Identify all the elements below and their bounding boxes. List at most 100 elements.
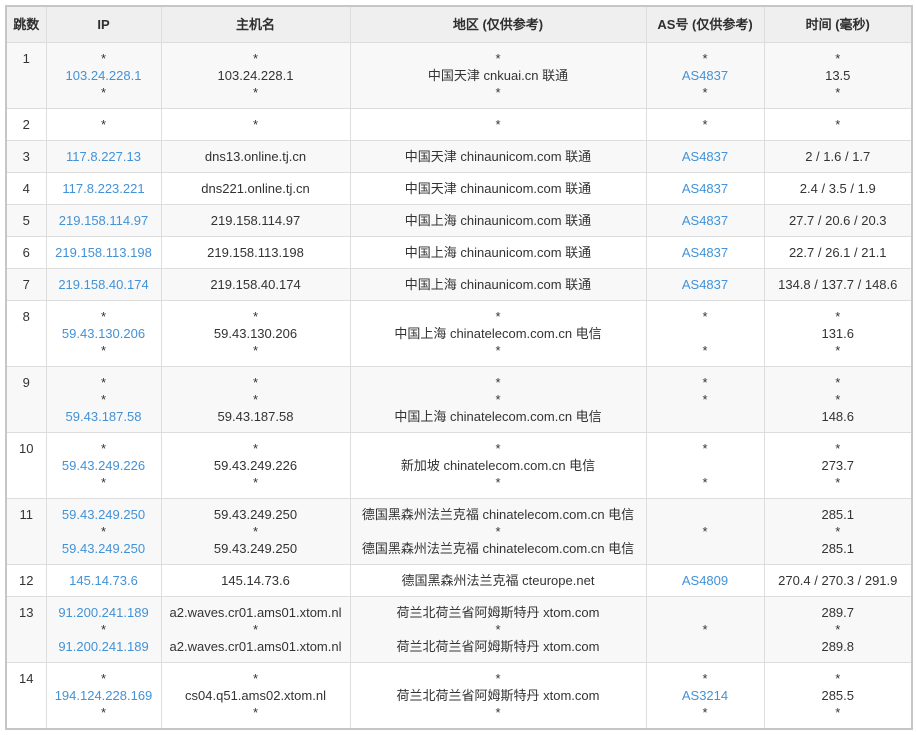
ip-link[interactable]: 59.43.249.226: [62, 458, 145, 473]
cell-hostname: *cs04.q51.ams02.xtom.nl*: [161, 663, 350, 730]
cell-line: *: [769, 50, 908, 67]
cell-line: *: [651, 84, 760, 101]
asn-link[interactable]: AS4837: [682, 213, 728, 228]
cell-hop: 2: [6, 109, 46, 141]
asn-link[interactable]: AS4837: [682, 181, 728, 196]
cell-line: 91.200.241.189: [51, 638, 157, 655]
cell-line: dns13.online.tj.cn: [166, 148, 346, 165]
cell-hostname: dns13.online.tj.cn: [161, 141, 350, 173]
ip-link[interactable]: 194.124.228.169: [55, 688, 153, 703]
cell-line: *: [355, 704, 642, 721]
cell-ip: *59.43.130.206*: [46, 301, 161, 367]
ip-link[interactable]: 59.43.249.250: [62, 507, 145, 522]
cell-line: *: [355, 116, 642, 133]
table-row: 7219.158.40.174219.158.40.174中国上海 chinau…: [6, 269, 912, 301]
cell-line: 德国黑森州法兰克福 cteurope.net: [355, 572, 642, 589]
col-header-hostname: 主机名: [161, 6, 350, 43]
cell-asn: *AS4837*: [646, 43, 764, 109]
cell-asn: AS4837: [646, 237, 764, 269]
asn-link[interactable]: AS4837: [682, 277, 728, 292]
cell-hop: 8: [6, 301, 46, 367]
col-header-time: 时间 (毫秒): [764, 6, 912, 43]
cell-line: *: [355, 342, 642, 359]
cell-line: 273.7: [769, 457, 908, 474]
ip-link[interactable]: 219.158.40.174: [58, 277, 148, 292]
cell-line: *: [651, 308, 760, 325]
ip-link[interactable]: 219.158.114.97: [59, 213, 148, 228]
col-header-asn: AS号 (仅供参考): [646, 6, 764, 43]
empty-line: [651, 604, 760, 621]
ip-link[interactable]: 91.200.241.189: [58, 639, 148, 654]
cell-line: AS4837: [651, 67, 760, 84]
cell-hop: 14: [6, 663, 46, 730]
cell-region: 中国上海 chinaunicom.com 联通: [350, 237, 646, 269]
cell-line: *: [651, 523, 760, 540]
cell-line: 中国天津 cnkuai.cn 联通: [355, 67, 642, 84]
ip-link[interactable]: 59.43.187.58: [66, 409, 142, 424]
cell-line: 270.4 / 270.3 / 291.9: [769, 572, 908, 589]
cell-time: 289.7*289.8: [764, 597, 912, 663]
cell-hostname: 219.158.113.198: [161, 237, 350, 269]
cell-line: *: [651, 621, 760, 638]
cell-line: *: [769, 670, 908, 687]
cell-line: 59.43.187.58: [51, 408, 157, 425]
cell-line: 59.43.249.226: [166, 457, 346, 474]
cell-line: *: [355, 440, 642, 457]
cell-asn: AS4837: [646, 173, 764, 205]
cell-line: *: [166, 474, 346, 491]
cell-line: 219.158.114.97: [166, 212, 346, 229]
cell-line: *: [51, 391, 157, 408]
table-row: 10*59.43.249.226**59.43.249.226**新加坡 chi…: [6, 433, 912, 499]
ip-link[interactable]: 59.43.130.206: [62, 326, 145, 341]
table-row: 9**59.43.187.58**59.43.187.58**中国上海 chin…: [6, 367, 912, 433]
cell-ip: *: [46, 109, 161, 141]
cell-line: *: [769, 704, 908, 721]
asn-link[interactable]: AS4837: [682, 149, 728, 164]
cell-line: *: [51, 374, 157, 391]
ip-link[interactable]: 117.8.223.221: [62, 181, 144, 196]
cell-line: AS4809: [651, 572, 760, 589]
cell-time: 22.7 / 26.1 / 21.1: [764, 237, 912, 269]
asn-link[interactable]: AS4837: [682, 245, 728, 260]
col-header-hop: 跳数: [6, 6, 46, 43]
cell-line: 2 / 1.6 / 1.7: [769, 148, 908, 165]
cell-time: *: [764, 109, 912, 141]
cell-hostname: 59.43.249.250*59.43.249.250: [161, 499, 350, 565]
cell-line: 285.1: [769, 540, 908, 557]
cell-line: dns221.online.tj.cn: [166, 180, 346, 197]
cell-line: *: [769, 621, 908, 638]
traceroute-panel: 跳数 IP 主机名 地区 (仅供参考) AS号 (仅供参考) 时间 (毫秒) 1…: [5, 5, 911, 730]
cell-ip: 219.158.40.174: [46, 269, 161, 301]
ip-link[interactable]: 91.200.241.189: [58, 605, 148, 620]
cell-region: *: [350, 109, 646, 141]
cell-time: 270.4 / 270.3 / 291.9: [764, 565, 912, 597]
ip-link[interactable]: 219.158.113.198: [55, 245, 152, 260]
cell-hop: 3: [6, 141, 46, 173]
cell-region: 中国上海 chinaunicom.com 联通: [350, 269, 646, 301]
empty-line: [651, 325, 760, 342]
cell-time: 2 / 1.6 / 1.7: [764, 141, 912, 173]
cell-line: 103.24.228.1: [166, 67, 346, 84]
asn-link[interactable]: AS3214: [682, 688, 728, 703]
cell-line: AS4837: [651, 212, 760, 229]
cell-line: *: [355, 308, 642, 325]
ip-link[interactable]: 117.8.227.13: [66, 149, 141, 164]
ip-link[interactable]: 103.24.228.1: [66, 68, 142, 83]
cell-line: AS3214: [651, 687, 760, 704]
ip-link[interactable]: 59.43.249.250: [62, 541, 145, 556]
cell-line: 134.8 / 137.7 / 148.6: [769, 276, 908, 293]
cell-line: 194.124.228.169: [51, 687, 157, 704]
cell-line: 荷兰北荷兰省阿姆斯特丹 xtom.com: [355, 604, 642, 621]
cell-line: AS4837: [651, 148, 760, 165]
cell-line: 148.6: [769, 408, 908, 425]
cell-line: 中国天津 chinaunicom.com 联通: [355, 148, 642, 165]
asn-link[interactable]: AS4837: [682, 68, 728, 83]
cell-line: *: [651, 342, 760, 359]
cell-line: *: [51, 308, 157, 325]
cell-line: *: [355, 50, 642, 67]
cell-line: 59.43.130.206: [166, 325, 346, 342]
cell-line: *: [651, 50, 760, 67]
cell-line: 荷兰北荷兰省阿姆斯特丹 xtom.com: [355, 687, 642, 704]
ip-link[interactable]: 145.14.73.6: [69, 573, 138, 588]
asn-link[interactable]: AS4809: [682, 573, 728, 588]
